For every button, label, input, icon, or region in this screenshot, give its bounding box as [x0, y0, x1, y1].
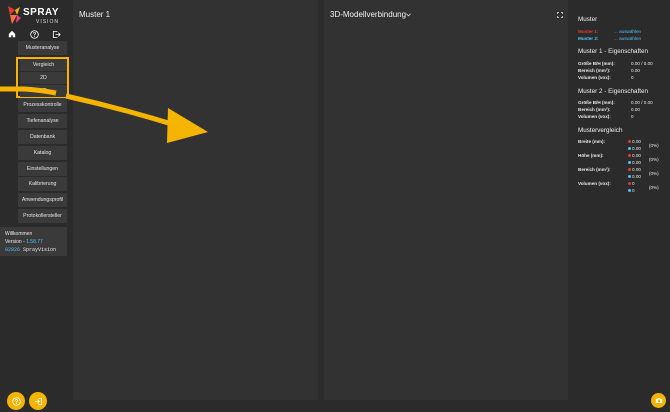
sidebar: SPRAY VISION Musteranalyse Vergleich 2D … [0, 0, 69, 412]
nav-einstellungen[interactable]: Einstellungen [18, 162, 67, 176]
help-circle-icon[interactable] [28, 28, 40, 40]
compare-breite-pct: (0%) [649, 143, 659, 148]
login-fab[interactable] [29, 392, 47, 410]
chevron-down-icon[interactable] [406, 13, 411, 17]
nav-anwendungsprofil[interactable]: Anwendungsprofil [18, 193, 67, 207]
version-line: Version - 1.58.77 [5, 239, 43, 245]
info-panel: Muster Muster 1: ... auswählen Muster 2:… [574, 10, 670, 210]
app-window: SPRAY VISION Musteranalyse Vergleich 2D … [0, 0, 670, 412]
compare-bereich-m2: 0.00 [628, 174, 641, 179]
nav-vergleich[interactable]: Vergleich [20, 59, 67, 71]
compare-title: Mustervergleich [578, 127, 623, 134]
logo: SPRAY VISION [6, 4, 64, 26]
compare-bereich-label: Bereich (mm²): [578, 167, 611, 172]
muster2-label: Muster 2: [578, 36, 599, 41]
compare-volumen-label: Volumen (vox): [578, 181, 611, 186]
m2-size-label: Größe B/H (mm): [578, 100, 615, 105]
m2-volume-value: 0 [631, 114, 634, 119]
compare-breite-m1: 0.00 [628, 139, 641, 144]
compare-hoehe-pct: (0%) [649, 157, 659, 162]
compare-hoehe-m1: 0.00 [628, 153, 641, 158]
nav-musteranalyse[interactable]: Musteranalyse [18, 41, 67, 55]
m1-area-label: Bereich (mm²): [578, 68, 611, 73]
fullscreen-icon[interactable] [557, 12, 563, 18]
compare-breite-m2: 0.00 [628, 146, 641, 151]
muster1-select[interactable]: ... auswählen [614, 29, 641, 34]
nav-vergleich-2d[interactable]: 2D [20, 72, 67, 84]
version-number: 1.58.77 [26, 239, 43, 245]
nav-tiefenanalyse[interactable]: Tiefenanalyse [18, 114, 67, 128]
compare-volumen-m2: 0 [628, 188, 635, 193]
panel-muster-1: Muster 1 [73, 0, 318, 400]
panel-muster-1-title: Muster 1 [79, 10, 111, 19]
panel-3d-model: 3D-Modellverbindung [324, 0, 568, 400]
m1-props-title: Muster 1 - Eigenschaften [578, 48, 649, 55]
user-name: SprayVision [23, 247, 57, 253]
nav-katalog[interactable]: Katalog [18, 146, 67, 160]
user-line: 02826 SprayVision [5, 246, 67, 254]
nav-prozesskontrolle[interactable]: Prozesskontrolle [18, 98, 67, 112]
m1-volume-label: Volumen (vox): [578, 75, 611, 80]
brand-name: SPRAY [23, 7, 60, 18]
compare-hoehe-m2: 0.00 [628, 160, 641, 165]
help-fab[interactable] [7, 392, 25, 410]
m1-size-value: 0.00 / 0.00 [631, 61, 653, 66]
nav-datenbank[interactable]: Datenbank [18, 130, 67, 144]
panel-3d-model-title[interactable]: 3D-Modellverbindung [330, 10, 406, 19]
compare-hoehe-label: Höhe (mm): [578, 153, 604, 158]
m2-area-label: Bereich (mm²): [578, 107, 611, 112]
help-icon [11, 396, 21, 406]
m2-size-value: 0.00 / 0.00 [631, 100, 653, 105]
welcome-box: Willkommen Version - 1.58.77 02826 Spray… [0, 227, 67, 256]
nav-vergleich-3d[interactable]: 3D [20, 85, 67, 97]
m1-volume-value: 0 [631, 75, 634, 80]
m2-props-title: Muster 2 - Eigenschaften [578, 88, 649, 95]
logout-icon[interactable] [50, 28, 62, 40]
m1-area-value: 0.00 [631, 68, 640, 73]
compare-volumen-pct: (0%) [649, 185, 659, 190]
user-code: 02826 [5, 247, 21, 253]
nav-protokollersteller[interactable]: Protokollersteller [18, 209, 67, 223]
compare-bereich-m1: 0.00 [628, 167, 641, 172]
m1-size-label: Größe B/H (mm): [578, 61, 615, 66]
camera-icon [655, 398, 662, 403]
brand-subtitle: VISION [36, 19, 59, 25]
welcome-title: Willkommen [5, 231, 33, 237]
logo-mark [8, 6, 21, 24]
home-icon[interactable] [6, 28, 18, 40]
vergleich-highlight: Vergleich 2D 3D [16, 57, 69, 98]
muster2-select[interactable]: ... auswählen [614, 36, 641, 41]
compare-breite-label: Breite (mm): [578, 139, 606, 144]
compare-bereich-pct: (0%) [649, 171, 659, 176]
m2-area-value: 0.00 [631, 107, 640, 112]
nav-kalibrierung[interactable]: Kalibrierung [18, 177, 67, 191]
muster1-label: Muster 1: [578, 29, 599, 34]
camera-fab[interactable] [651, 393, 666, 408]
m2-volume-label: Volumen (vox): [578, 114, 611, 119]
login-icon [34, 397, 42, 405]
top-icon-bar [0, 28, 67, 40]
compare-volumen-m1: 0 [628, 181, 635, 186]
info-title: Muster [578, 16, 598, 23]
